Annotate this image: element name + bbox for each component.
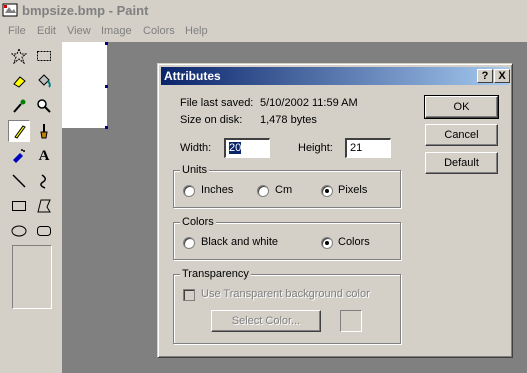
polygon-icon — [37, 199, 51, 213]
height-input[interactable]: 21 — [345, 138, 391, 158]
width-input[interactable]: 20 — [224, 138, 270, 158]
dialog-title: Attributes — [164, 69, 221, 83]
close-button[interactable]: X — [494, 69, 510, 83]
brush-icon — [40, 124, 48, 139]
magnifier-tool[interactable] — [33, 95, 55, 117]
height-label: Height: — [298, 142, 333, 154]
resize-handle[interactable] — [105, 85, 108, 88]
units-group-label: Units — [180, 164, 210, 176]
black-and-white-radio[interactable] — [183, 237, 195, 249]
transparency-group-label: Transparency — [180, 268, 251, 280]
colors-group: Colors Black and white Colors — [173, 216, 401, 260]
inches-radio[interactable] — [183, 185, 195, 197]
height-input-value: 21 — [350, 142, 363, 154]
file-saved-label: File last saved: — [180, 97, 254, 109]
width-label: Width: — [180, 142, 212, 154]
menu-edit[interactable]: Edit — [37, 25, 56, 37]
rect-select-icon — [37, 51, 51, 61]
transparent-background-checkbox[interactable] — [183, 289, 195, 301]
paint-app-icon — [2, 3, 18, 17]
pencil-tool[interactable] — [8, 120, 30, 142]
airbrush-tool[interactable] — [8, 145, 30, 167]
rounded-rectangle-tool[interactable] — [33, 220, 55, 242]
inches-label[interactable]: Inches — [201, 184, 233, 196]
black-and-white-label[interactable]: Black and white — [201, 236, 278, 248]
ellipse-tool[interactable] — [8, 220, 30, 242]
ellipse-icon — [11, 225, 27, 237]
drawing-canvas[interactable] — [62, 42, 107, 128]
window-title: bmpsize.bmp - Paint — [22, 3, 149, 18]
file-saved-value: 5/10/2002 11:59 AM — [260, 97, 358, 109]
rectangle-icon — [12, 201, 26, 211]
default-button[interactable]: Default — [425, 152, 498, 174]
pencil-icon — [14, 125, 26, 139]
size-on-disk-label: Size on disk: — [180, 114, 243, 126]
ok-button[interactable]: OK — [424, 95, 499, 119]
line-icon — [12, 174, 26, 188]
colors-radio[interactable] — [321, 237, 333, 249]
magnifier-icon — [37, 99, 51, 113]
transparent-color-swatch — [340, 310, 362, 332]
free-form-select-tool[interactable] — [8, 45, 30, 67]
curve-tool[interactable] — [33, 170, 55, 192]
eraser-tool[interactable] — [8, 70, 30, 92]
cm-label[interactable]: Cm — [275, 184, 292, 196]
line-tool[interactable] — [8, 170, 30, 192]
text-a-icon: A — [38, 147, 50, 164]
menu-image[interactable]: Image — [101, 25, 132, 37]
tool-options-box[interactable] — [12, 245, 52, 309]
curve-icon — [40, 174, 46, 189]
menu-colors[interactable]: Colors — [143, 25, 175, 37]
size-on-disk-value: 1,478 bytes — [260, 114, 317, 126]
rectangle-tool[interactable] — [8, 195, 30, 217]
paint-bucket-icon — [38, 74, 51, 88]
attributes-dialog: Attributes ? X File last saved: 5/10/200… — [157, 63, 513, 358]
colors-group-label: Colors — [180, 216, 216, 228]
menu-file[interactable]: File — [8, 25, 26, 37]
text-tool[interactable]: A — [33, 145, 55, 167]
pixels-label[interactable]: Pixels — [338, 184, 367, 196]
menu-view[interactable]: View — [67, 25, 91, 37]
toolbox: A — [0, 42, 62, 373]
rounded-rectangle-icon — [37, 226, 51, 236]
pick-color-tool[interactable] — [8, 95, 30, 117]
transparent-background-label: Use Transparent background color — [201, 288, 370, 300]
cm-radio[interactable] — [257, 185, 269, 197]
help-button[interactable]: ? — [477, 69, 493, 83]
eraser-icon — [13, 76, 26, 88]
width-input-value: 20 — [229, 142, 242, 154]
brush-tool[interactable] — [33, 120, 55, 142]
star-select-icon — [11, 48, 27, 64]
menu-bar: File Edit View Image Colors Help — [0, 20, 527, 42]
window-titlebar: bmpsize.bmp - Paint — [0, 0, 527, 20]
resize-handle[interactable] — [105, 42, 108, 45]
dialog-titlebar: Attributes ? X — [161, 67, 510, 85]
pixels-radio[interactable] — [321, 185, 333, 197]
select-color-button[interactable]: Select Color... — [211, 310, 321, 332]
airbrush-icon — [13, 149, 25, 163]
transparency-group: Transparency Use Transparent background … — [173, 268, 401, 344]
fill-tool[interactable] — [33, 70, 55, 92]
eyedropper-icon — [13, 99, 26, 113]
colors-label[interactable]: Colors — [338, 236, 370, 248]
units-group: Units Inches Cm Pixels — [173, 164, 401, 208]
cancel-button[interactable]: Cancel — [425, 124, 498, 146]
select-tool[interactable] — [33, 45, 55, 67]
menu-help[interactable]: Help — [185, 25, 208, 37]
polygon-tool[interactable] — [33, 195, 55, 217]
resize-handle[interactable] — [105, 126, 108, 129]
